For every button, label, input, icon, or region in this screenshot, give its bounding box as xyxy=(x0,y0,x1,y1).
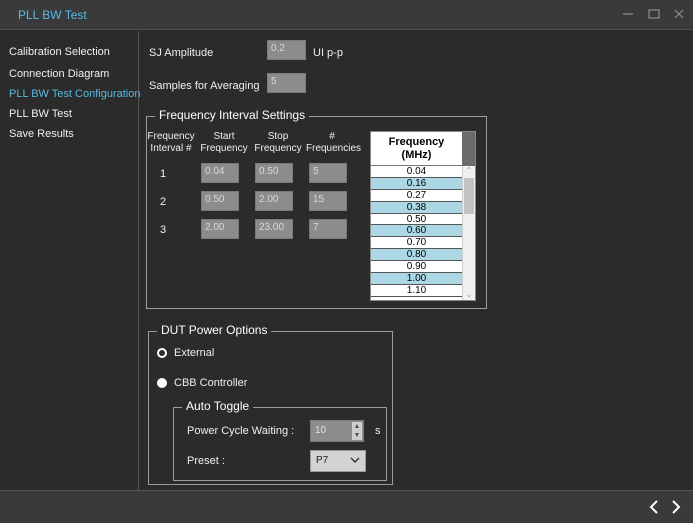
scroll-up-icon[interactable]: ⌃ xyxy=(463,166,475,176)
frequency-interval-legend: Frequency Interval Settings xyxy=(155,108,310,122)
interval-index: 1 xyxy=(160,168,167,180)
preset-dropdown[interactable]: P7 xyxy=(310,450,366,472)
external-radio[interactable] xyxy=(157,348,167,358)
frequency-list-item[interactable]: 0.80 xyxy=(371,249,462,262)
frequency-list-item[interactable]: 0.90 xyxy=(371,261,462,274)
power-cycle-unit: s xyxy=(375,425,381,437)
stepper-up-icon[interactable]: ▲ xyxy=(352,422,362,431)
sidebar-item-save-results[interactable]: Save Results xyxy=(9,128,74,140)
maximize-icon[interactable] xyxy=(646,6,662,22)
col-start-header: Start Frequency xyxy=(200,131,248,154)
preset-label: Preset : xyxy=(187,455,225,467)
frequency-list-item[interactable]: 1.00 xyxy=(371,273,462,285)
power-cycle-stepper[interactable]: 10 ▲ ▼ xyxy=(310,420,364,442)
frequency-list-item[interactable]: 0.60 xyxy=(371,225,462,238)
cbb-controller-radio[interactable] xyxy=(157,378,167,388)
scroll-down-icon[interactable]: ⌄ xyxy=(463,290,475,300)
interval-index: 3 xyxy=(160,224,167,236)
frequency-list-item[interactable]: 1.10 xyxy=(371,285,462,297)
title-bar: PLL BW Test xyxy=(0,0,693,30)
preset-value: P7 xyxy=(316,455,329,466)
sidebar: Calibration Selection Connection Diagram… xyxy=(0,31,140,490)
frequency-list-item[interactable]: 0.38 xyxy=(371,201,462,214)
power-cycle-value[interactable]: 10 xyxy=(315,425,326,436)
frequency-list-scrollbar[interactable]: ⌃ ⌄ xyxy=(462,166,475,300)
chevron-down-icon xyxy=(350,457,360,463)
frequency-list-item[interactable]: 0.16 xyxy=(371,177,462,190)
frequency-list-item[interactable]: 0.70 xyxy=(371,237,462,250)
chevron-left-icon[interactable] xyxy=(646,499,662,515)
close-icon[interactable] xyxy=(671,6,687,22)
frequency-count-input[interactable]: 7 xyxy=(309,219,347,239)
auto-toggle-legend: Auto Toggle xyxy=(182,399,254,413)
main-panel: SJ Amplitude 0.2 UI p-p Samples for Aver… xyxy=(140,31,693,490)
col-count-header: # Frequencies xyxy=(306,131,362,154)
samples-input[interactable]: 5 xyxy=(267,73,306,93)
frequency-list-item[interactable]: 0.27 xyxy=(371,190,462,202)
sidebar-item-connection-diagram[interactable]: Connection Diagram xyxy=(9,68,109,80)
cbb-controller-label[interactable]: CBB Controller xyxy=(174,377,247,389)
start-frequency-input[interactable]: 2.00 xyxy=(201,219,239,239)
start-frequency-input[interactable]: 0.04 xyxy=(201,163,239,183)
sj-amplitude-input[interactable]: 0.2 xyxy=(267,40,306,60)
stepper-down-icon[interactable]: ▼ xyxy=(352,431,362,440)
frequency-count-input[interactable]: 15 xyxy=(309,191,347,211)
dut-power-options-legend: DUT Power Options xyxy=(157,323,272,337)
external-label[interactable]: External xyxy=(174,347,214,359)
stop-frequency-input[interactable]: 2.00 xyxy=(255,191,293,211)
sidebar-item-calibration-selection[interactable]: Calibration Selection xyxy=(9,46,110,58)
samples-label: Samples for Averaging xyxy=(149,80,260,92)
frequency-list-rows: 0.04 0.16 0.27 0.38 0.50 0.60 0.70 0.80 0.90 1.00… xyxy=(371,166,462,300)
col-interval-header: Frequency Interval # xyxy=(147,131,195,154)
power-cycle-label: Power Cycle Waiting : xyxy=(187,425,295,437)
scrollbar-thumb[interactable] xyxy=(464,178,474,214)
frequency-list-item[interactable]: 0.50 xyxy=(371,214,462,226)
frequency-list-header: Frequency (MHz) xyxy=(371,132,462,166)
stepper-buttons: ▲ ▼ xyxy=(352,422,362,440)
frequency-list-item[interactable]: 0.04 xyxy=(371,166,462,178)
minimize-icon[interactable] xyxy=(620,6,636,22)
footer-bar xyxy=(0,490,693,523)
chevron-right-icon[interactable] xyxy=(668,499,684,515)
interval-index: 2 xyxy=(160,196,167,208)
frequency-list-header-gutter xyxy=(462,132,475,166)
sidebar-item-pll-bw-test[interactable]: PLL BW Test xyxy=(9,108,72,120)
sidebar-item-pll-bw-test-configuration[interactable]: PLL BW Test Configuration xyxy=(9,88,140,100)
stop-frequency-input[interactable]: 0.50 xyxy=(255,163,293,183)
col-stop-header: Stop Frequency xyxy=(254,131,302,154)
stop-frequency-input[interactable]: 23.00 xyxy=(255,219,293,239)
sj-amplitude-unit: UI p-p xyxy=(313,47,343,59)
start-frequency-input[interactable]: 0.50 xyxy=(201,191,239,211)
window-title: PLL BW Test xyxy=(18,8,87,22)
sj-amplitude-label: SJ Amplitude xyxy=(149,47,214,59)
frequency-count-input[interactable]: 5 xyxy=(309,163,347,183)
frequency-list[interactable]: Frequency (MHz) 0.04 0.16 0.27 0.38 0.50 0.60… xyxy=(370,131,476,301)
